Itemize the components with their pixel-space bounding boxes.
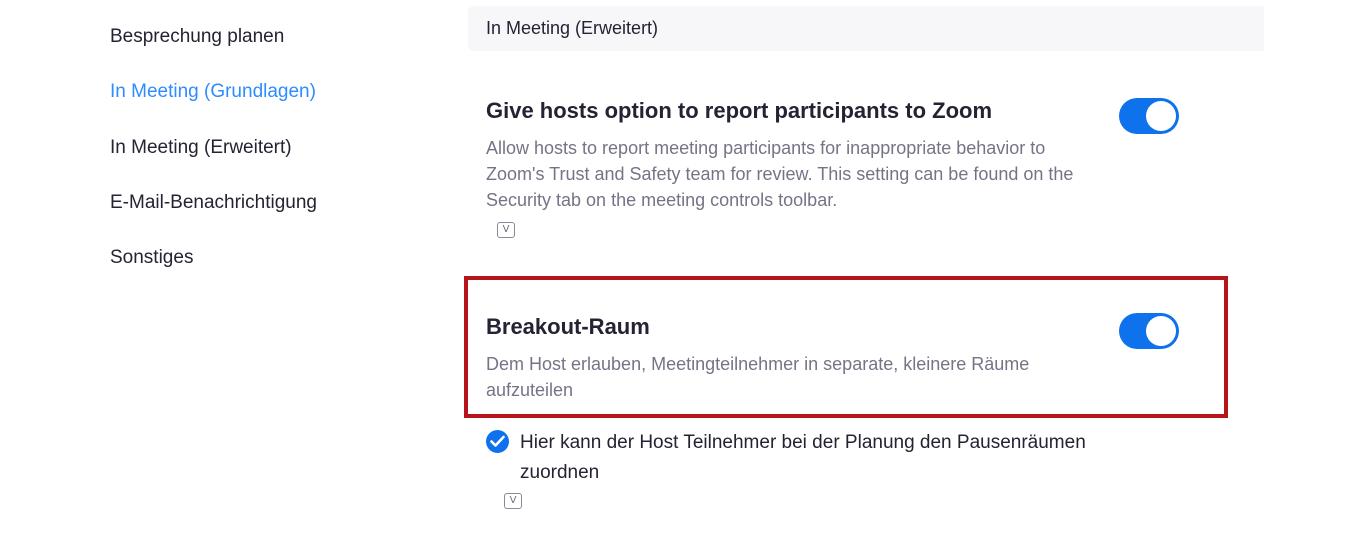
toggle-report-participants[interactable] [1119,98,1179,134]
sidebar-item-in-meeting-erweitert[interactable]: In Meeting (Erweitert) [110,137,292,159]
section-title: In Meeting (Erweitert) [486,18,659,38]
version-badge-icon[interactable]: V [497,222,515,238]
version-badge-icon[interactable]: V [504,493,522,509]
sidebar-item-besprechung-planen[interactable]: Besprechung planen [110,26,284,48]
setting-description-report-participants: Allow hosts to report meeting participan… [486,138,1074,210]
toggle-knob [1146,316,1176,346]
setting-title-report-participants: Give hosts option to report participants… [486,98,993,123]
checkbox-label-assign-breakout-rooms: Hier kann der Host Teilnehmer bei der Pl… [520,432,1086,483]
sidebar-item-email-benachrichtigung[interactable]: E-Mail-Benachrichtigung [110,192,317,214]
sidebar-item-in-meeting-grundlagen[interactable]: In Meeting (Grundlagen) [110,81,316,103]
section-header: In Meeting (Erweitert) [468,6,1264,51]
toggle-breakout-room[interactable] [1119,313,1179,349]
toggle-knob [1146,101,1176,131]
sidebar-item-sonstiges[interactable]: Sonstiges [110,247,193,269]
setting-title-breakout-room: Breakout-Raum [486,314,650,339]
checkbox-assign-breakout-rooms[interactable] [486,430,509,453]
setting-description-breakout-room: Dem Host erlauben, Meetingteilnehmer in … [486,354,1030,400]
checkmark-icon [490,435,505,447]
